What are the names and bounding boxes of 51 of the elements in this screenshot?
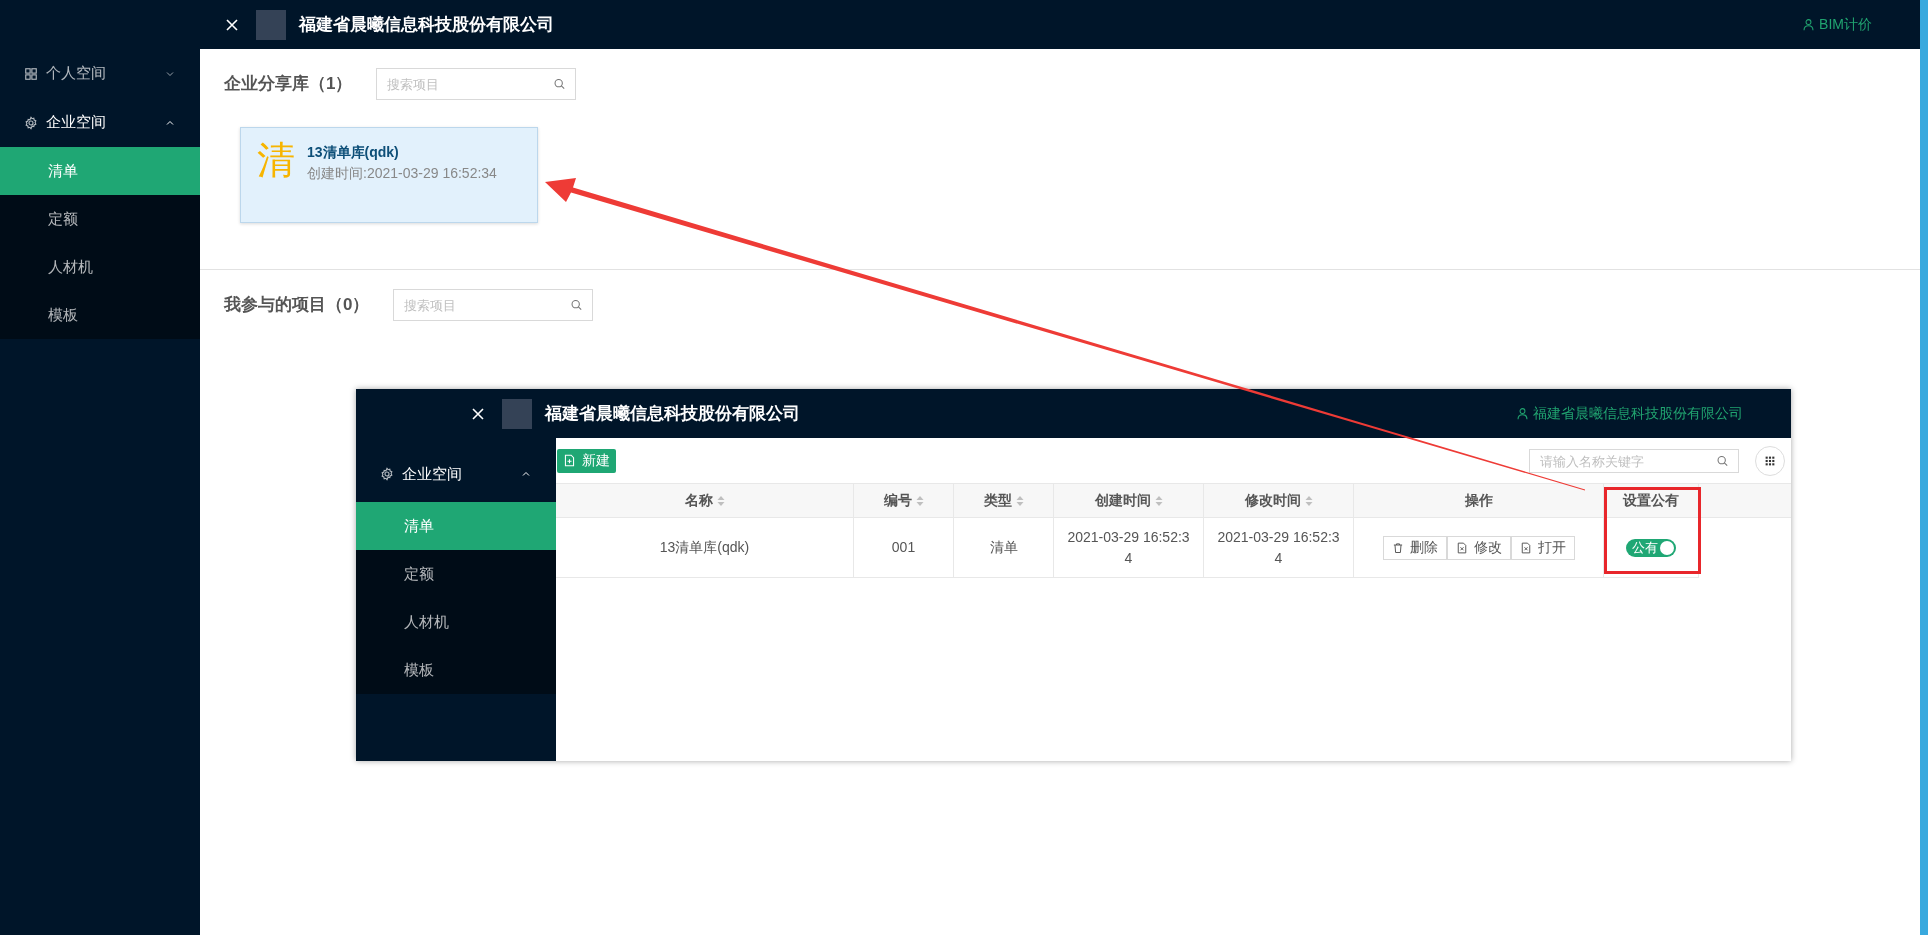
- file-plus-icon: [563, 454, 576, 467]
- file-icon: [1519, 541, 1532, 554]
- column-header[interactable]: 类型: [954, 484, 1054, 517]
- close-icon: [470, 405, 486, 422]
- search-icon: [553, 77, 567, 91]
- user-link[interactable]: 福建省晨曦信息科技股份有限公司: [1516, 403, 1743, 424]
- logo-placeholder: [502, 398, 532, 429]
- menu-item[interactable]: 定额: [356, 550, 556, 598]
- column-header[interactable]: 创建时间: [1054, 484, 1204, 517]
- table-cell: 2021-03-29 16:52:34: [1204, 518, 1354, 578]
- menu-item[interactable]: 定额: [0, 195, 200, 243]
- search-field[interactable]: 请输入名称关键字: [1529, 449, 1739, 473]
- app-title: 福建省晨曦信息科技股份有限公司: [299, 13, 554, 36]
- action-button[interactable]: 删除: [1382, 535, 1447, 560]
- close-icon: [224, 16, 240, 33]
- action-button[interactable]: 修改: [1446, 535, 1511, 560]
- user-link[interactable]: BIM计价: [1802, 14, 1872, 35]
- menu-item[interactable]: 模板: [356, 646, 556, 694]
- menu-group[interactable]: 个人空间: [0, 49, 200, 98]
- menu-group[interactable]: 企业空间: [0, 98, 200, 147]
- card-date: 创建时间:2021-03-29 16:52:34: [307, 164, 497, 183]
- column-header[interactable]: 修改时间: [1204, 484, 1354, 517]
- app-title: 福建省晨曦信息科技股份有限公司: [545, 402, 800, 425]
- file-icon: [1455, 541, 1468, 554]
- table-cell: 清单: [954, 518, 1054, 578]
- menu-item[interactable]: 人材机: [356, 598, 556, 646]
- logo-placeholder: [256, 9, 286, 40]
- column-header[interactable]: 编号: [854, 484, 954, 517]
- table-cell: 2021-03-29 16:52:34: [1054, 518, 1204, 578]
- table-cell: 13清单库(qdk): [556, 518, 854, 578]
- user-icon: [1802, 18, 1816, 31]
- menu-item[interactable]: 模板: [0, 291, 200, 339]
- search-icon: [570, 298, 584, 312]
- search-field[interactable]: 搜索项目: [393, 289, 594, 321]
- user-icon: [1516, 407, 1529, 420]
- column-header: 设置公有: [1604, 484, 1699, 517]
- section-title: 企业分享库（1）: [224, 73, 353, 96]
- settings-icon: [380, 467, 394, 481]
- action-button[interactable]: 打开: [1510, 535, 1575, 560]
- column-header[interactable]: 名称: [556, 484, 854, 517]
- card-glyph: 清: [257, 138, 295, 182]
- settings-icon: [24, 115, 38, 130]
- table-cell: 001: [854, 518, 954, 578]
- search-icon: [1716, 454, 1729, 467]
- card-title: 13清单库(qdk): [307, 143, 400, 162]
- grid-icon: [24, 66, 38, 81]
- search-field[interactable]: 搜索项目: [376, 68, 577, 100]
- menu-item[interactable]: 人材机: [0, 243, 200, 291]
- trash-icon: [1391, 541, 1404, 554]
- section-title: 我参与的项目（0）: [224, 294, 370, 317]
- menu-group[interactable]: 企业空间: [356, 438, 556, 502]
